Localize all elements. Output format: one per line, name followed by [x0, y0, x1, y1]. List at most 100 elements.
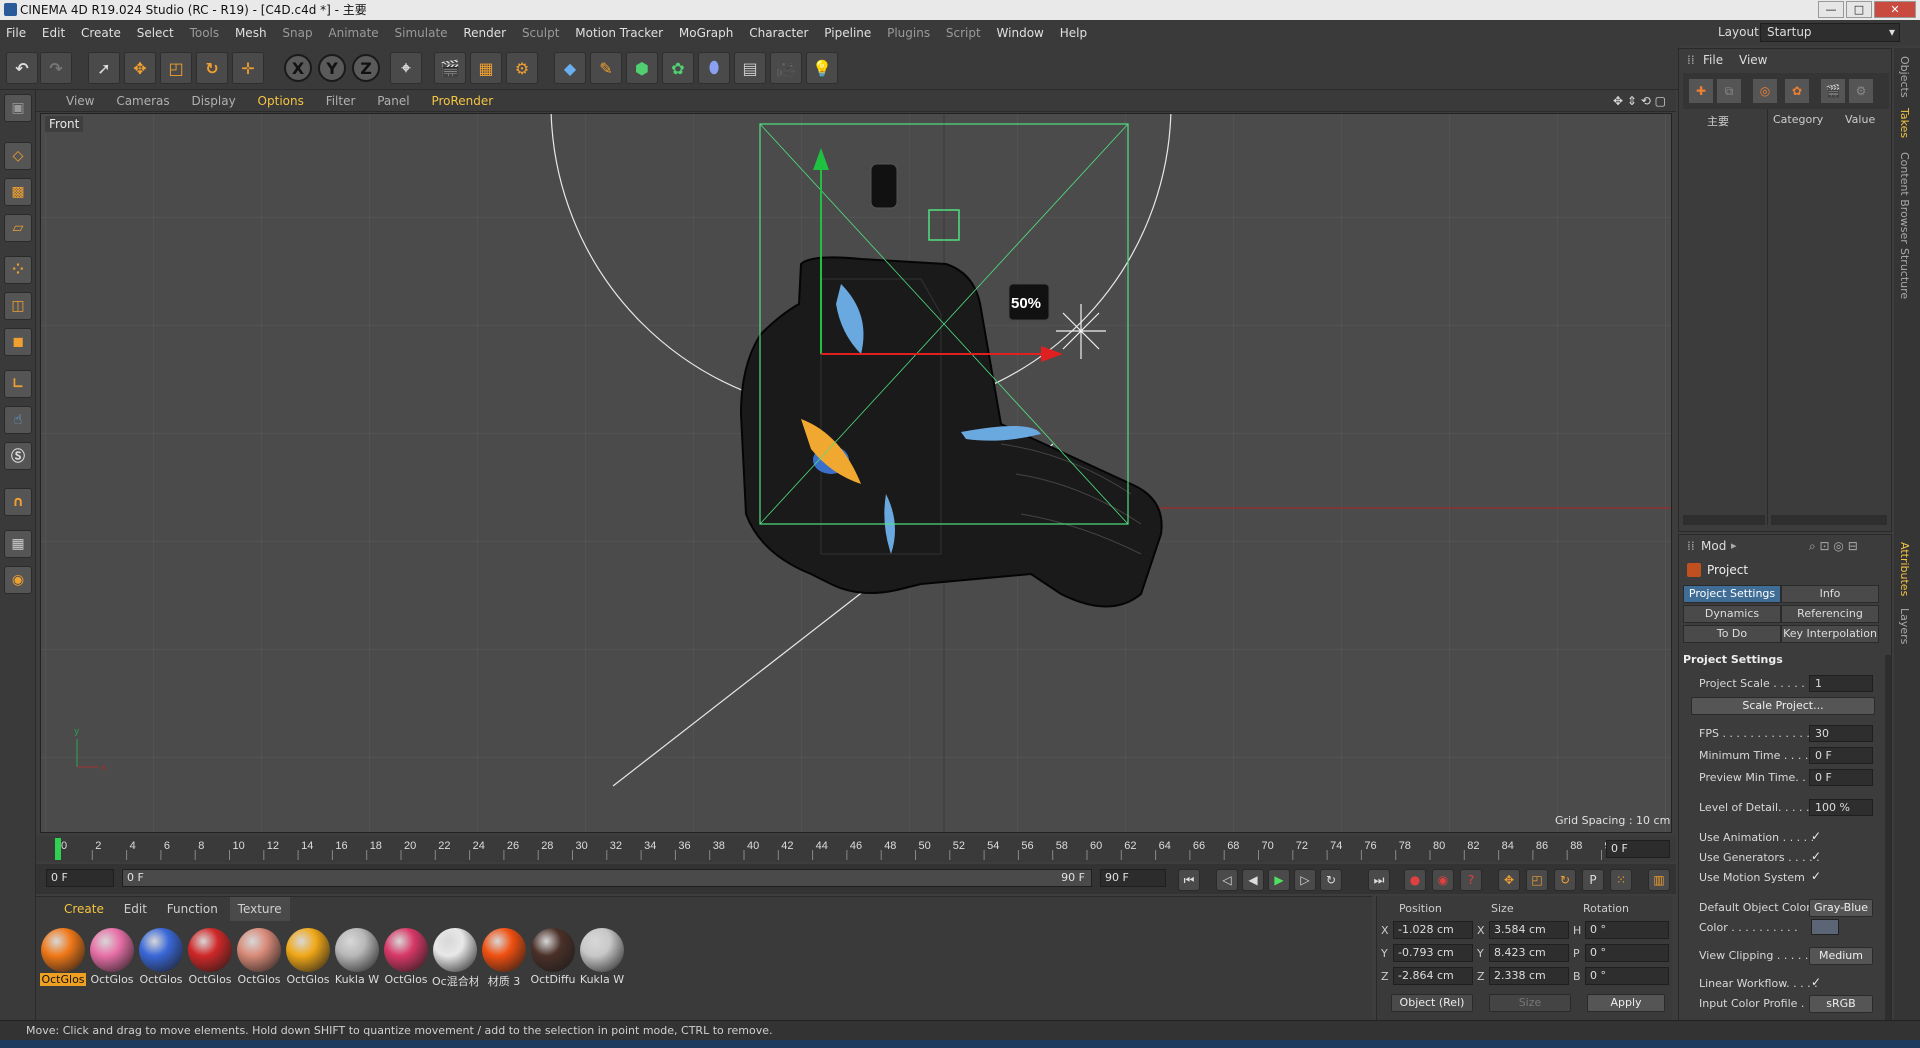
points-mode-icon[interactable]: ⁘ [4, 256, 32, 284]
pen-spline-icon[interactable]: ✎ [590, 52, 622, 84]
current-frame-field[interactable]: 0 F [1606, 840, 1670, 858]
playhead[interactable] [55, 838, 61, 860]
size-mode-dropdown[interactable]: Size [1489, 994, 1571, 1012]
material-swatch[interactable]: OctGlos [40, 927, 86, 989]
timeline-ruler[interactable]: 0 2 4 6 8 10 12 14 16 18 20 22 24 26 28 30 32 34 36 38 40 42 4… [36, 836, 1676, 862]
layout-dropdown[interactable]: Startup ▾ [1760, 23, 1900, 42]
key-pla-icon[interactable]: ⁙ [1610, 869, 1632, 891]
camera-icon[interactable]: 🎥 [770, 52, 802, 84]
menu-simulate[interactable]: Simulate [389, 20, 454, 46]
keyframe-selection-icon[interactable]: ? [1460, 869, 1482, 891]
next-key-icon[interactable]: ↻ [1320, 869, 1342, 891]
move-icon[interactable]: ✥ [124, 52, 156, 84]
attr-search-icon[interactable]: ⌕ ⊡ ◎ ⊟ [1809, 539, 1858, 554]
side-tab-structure[interactable]: Structure [1898, 248, 1911, 299]
material-swatch[interactable]: OctGlos [89, 927, 135, 989]
viewport-menu-options[interactable]: Options [249, 90, 313, 112]
viewport-menu-cameras[interactable]: Cameras [107, 90, 178, 112]
workplane-lock-icon[interactable]: ▦ [4, 530, 32, 558]
rotation-p-field[interactable]: 0 ° [1585, 944, 1669, 962]
coordinate-mode-dropdown[interactable]: Object (Rel) [1391, 994, 1473, 1012]
menu-select[interactable]: Select [131, 20, 180, 46]
take-add-icon[interactable]: ✚ [1689, 79, 1713, 103]
viewport-canvas[interactable]: 50% y x [41, 114, 1672, 833]
material-swatch[interactable]: 材质 3 [481, 927, 527, 989]
tab-key-interpolation[interactable]: Key Interpolation [1781, 625, 1879, 643]
light-icon[interactable]: 💡 [806, 52, 838, 84]
menu-mograph[interactable]: MoGraph [673, 20, 740, 46]
deformer-icon[interactable]: ⬮ [698, 52, 730, 84]
viewport-menu-panel[interactable]: Panel [368, 90, 418, 112]
material-swatch[interactable]: OctGlos [236, 927, 282, 989]
previous-key-icon[interactable]: ◁ [1216, 869, 1238, 891]
autokey-icon[interactable]: ◉ [1432, 869, 1454, 891]
side-tab-objects[interactable]: Objects [1898, 56, 1911, 98]
menu-animate[interactable]: Animate [322, 20, 384, 46]
viewport-menu-prorender[interactable]: ProRender [422, 90, 502, 112]
price-tag-object[interactable]: 50% [1008, 283, 1050, 321]
size-z-field[interactable]: 2.338 cm [1489, 967, 1569, 985]
workplane-icon[interactable]: ▱ [4, 214, 32, 242]
maximize-button[interactable]: □ [1846, 1, 1872, 18]
menu-sculpt[interactable]: Sculpt [516, 20, 565, 46]
take-render-icon[interactable]: 🎬 [1821, 79, 1845, 103]
record-keys-icon[interactable]: ● [1404, 869, 1426, 891]
horizontal-scrollbar-left[interactable] [1683, 515, 1765, 525]
level-of-detail-field[interactable]: 100 % [1809, 799, 1873, 816]
take-override-icon[interactable]: ◎ [1753, 79, 1777, 103]
viewport-menu-filter[interactable]: Filter [317, 90, 365, 112]
apply-button[interactable]: Apply [1587, 994, 1665, 1012]
render-settings-icon[interactable]: ⚙ [506, 52, 538, 84]
minimize-button[interactable]: — [1818, 1, 1844, 18]
material-swatch[interactable]: Oc混合材 [432, 927, 478, 989]
z-axis-lock-icon[interactable]: Z [352, 54, 380, 82]
polygons-mode-icon[interactable]: ◼ [4, 328, 32, 356]
axis-mode-icon[interactable]: ∟ [4, 370, 32, 398]
menu-snap[interactable]: Snap [276, 20, 318, 46]
y-axis-lock-icon[interactable]: Y [318, 54, 346, 82]
floor-icon[interactable]: ▤ [734, 52, 766, 84]
viewport-menu-display[interactable]: Display [182, 90, 244, 112]
tab-info[interactable]: Info [1781, 585, 1879, 603]
key-parameter-icon[interactable]: P [1582, 869, 1604, 891]
take-settings-icon[interactable]: ⚙ [1849, 79, 1873, 103]
scale-project-button[interactable]: Scale Project... [1691, 697, 1875, 715]
menu-plugins[interactable]: Plugins [881, 20, 936, 46]
viewport-nav-icons[interactable]: ✥ ⇕ ⟲ ▢ [1604, 90, 1675, 112]
menu-mesh[interactable]: Mesh [229, 20, 273, 46]
menu-create[interactable]: Create [75, 20, 127, 46]
render-view-icon[interactable]: 🎬 [434, 52, 466, 84]
menu-pipeline[interactable]: Pipeline [818, 20, 877, 46]
material-swatch[interactable]: Kukla W [579, 927, 625, 989]
material-swatch[interactable]: OctGlos [285, 927, 331, 989]
transform-icon[interactable]: ✛ [232, 52, 264, 84]
linear-workflow-checkbox[interactable]: ✓ [1811, 975, 1821, 989]
3d-viewport[interactable]: 50% y x [40, 113, 1672, 833]
project-scale-field[interactable]: 1 [1809, 675, 1873, 692]
cube-icon[interactable]: ◆ [554, 52, 586, 84]
use-generators-checkbox[interactable]: ✓ [1811, 849, 1821, 863]
locked-workplane-icon[interactable]: ◉ [4, 566, 32, 594]
color-swatch[interactable] [1811, 919, 1839, 935]
timeline-ticks[interactable]: 0 2 4 6 8 10 12 14 16 18 20 22 24 26 28 30 32 34 36 38 40 42 4… [36, 836, 1676, 862]
menu-help[interactable]: Help [1054, 20, 1093, 46]
use-motion-system-checkbox[interactable]: ✓ [1811, 869, 1821, 883]
preview-min-time-field[interactable]: 0 F [1809, 769, 1873, 786]
side-tab-layers[interactable]: Layers [1898, 608, 1911, 644]
edges-mode-icon[interactable]: ◫ [4, 292, 32, 320]
objects-menu-file[interactable]: File [1703, 53, 1723, 67]
material-swatch[interactable]: OctGlos [138, 927, 184, 989]
menu-tools[interactable]: Tools [184, 20, 226, 46]
input-color-profile-dropdown[interactable]: sRGB [1809, 995, 1873, 1013]
start-frame-field[interactable]: 0 F [46, 869, 114, 887]
timeline-window-icon[interactable]: ▥ [1648, 869, 1670, 891]
material-menu-edit[interactable]: Edit [116, 897, 155, 921]
key-position-icon[interactable]: ✥ [1498, 869, 1520, 891]
menu-motion-tracker[interactable]: Motion Tracker [569, 20, 669, 46]
select-arrow-icon[interactable]: ➚ [88, 52, 120, 84]
tab-dynamics[interactable]: Dynamics [1683, 605, 1781, 623]
size-y-field[interactable]: 8.423 cm [1489, 944, 1569, 962]
go-to-start-icon[interactable]: ⏮ [1178, 869, 1200, 891]
material-menu-texture[interactable]: Texture [229, 897, 290, 921]
attr-mode-menu[interactable]: Mod [1701, 539, 1726, 553]
